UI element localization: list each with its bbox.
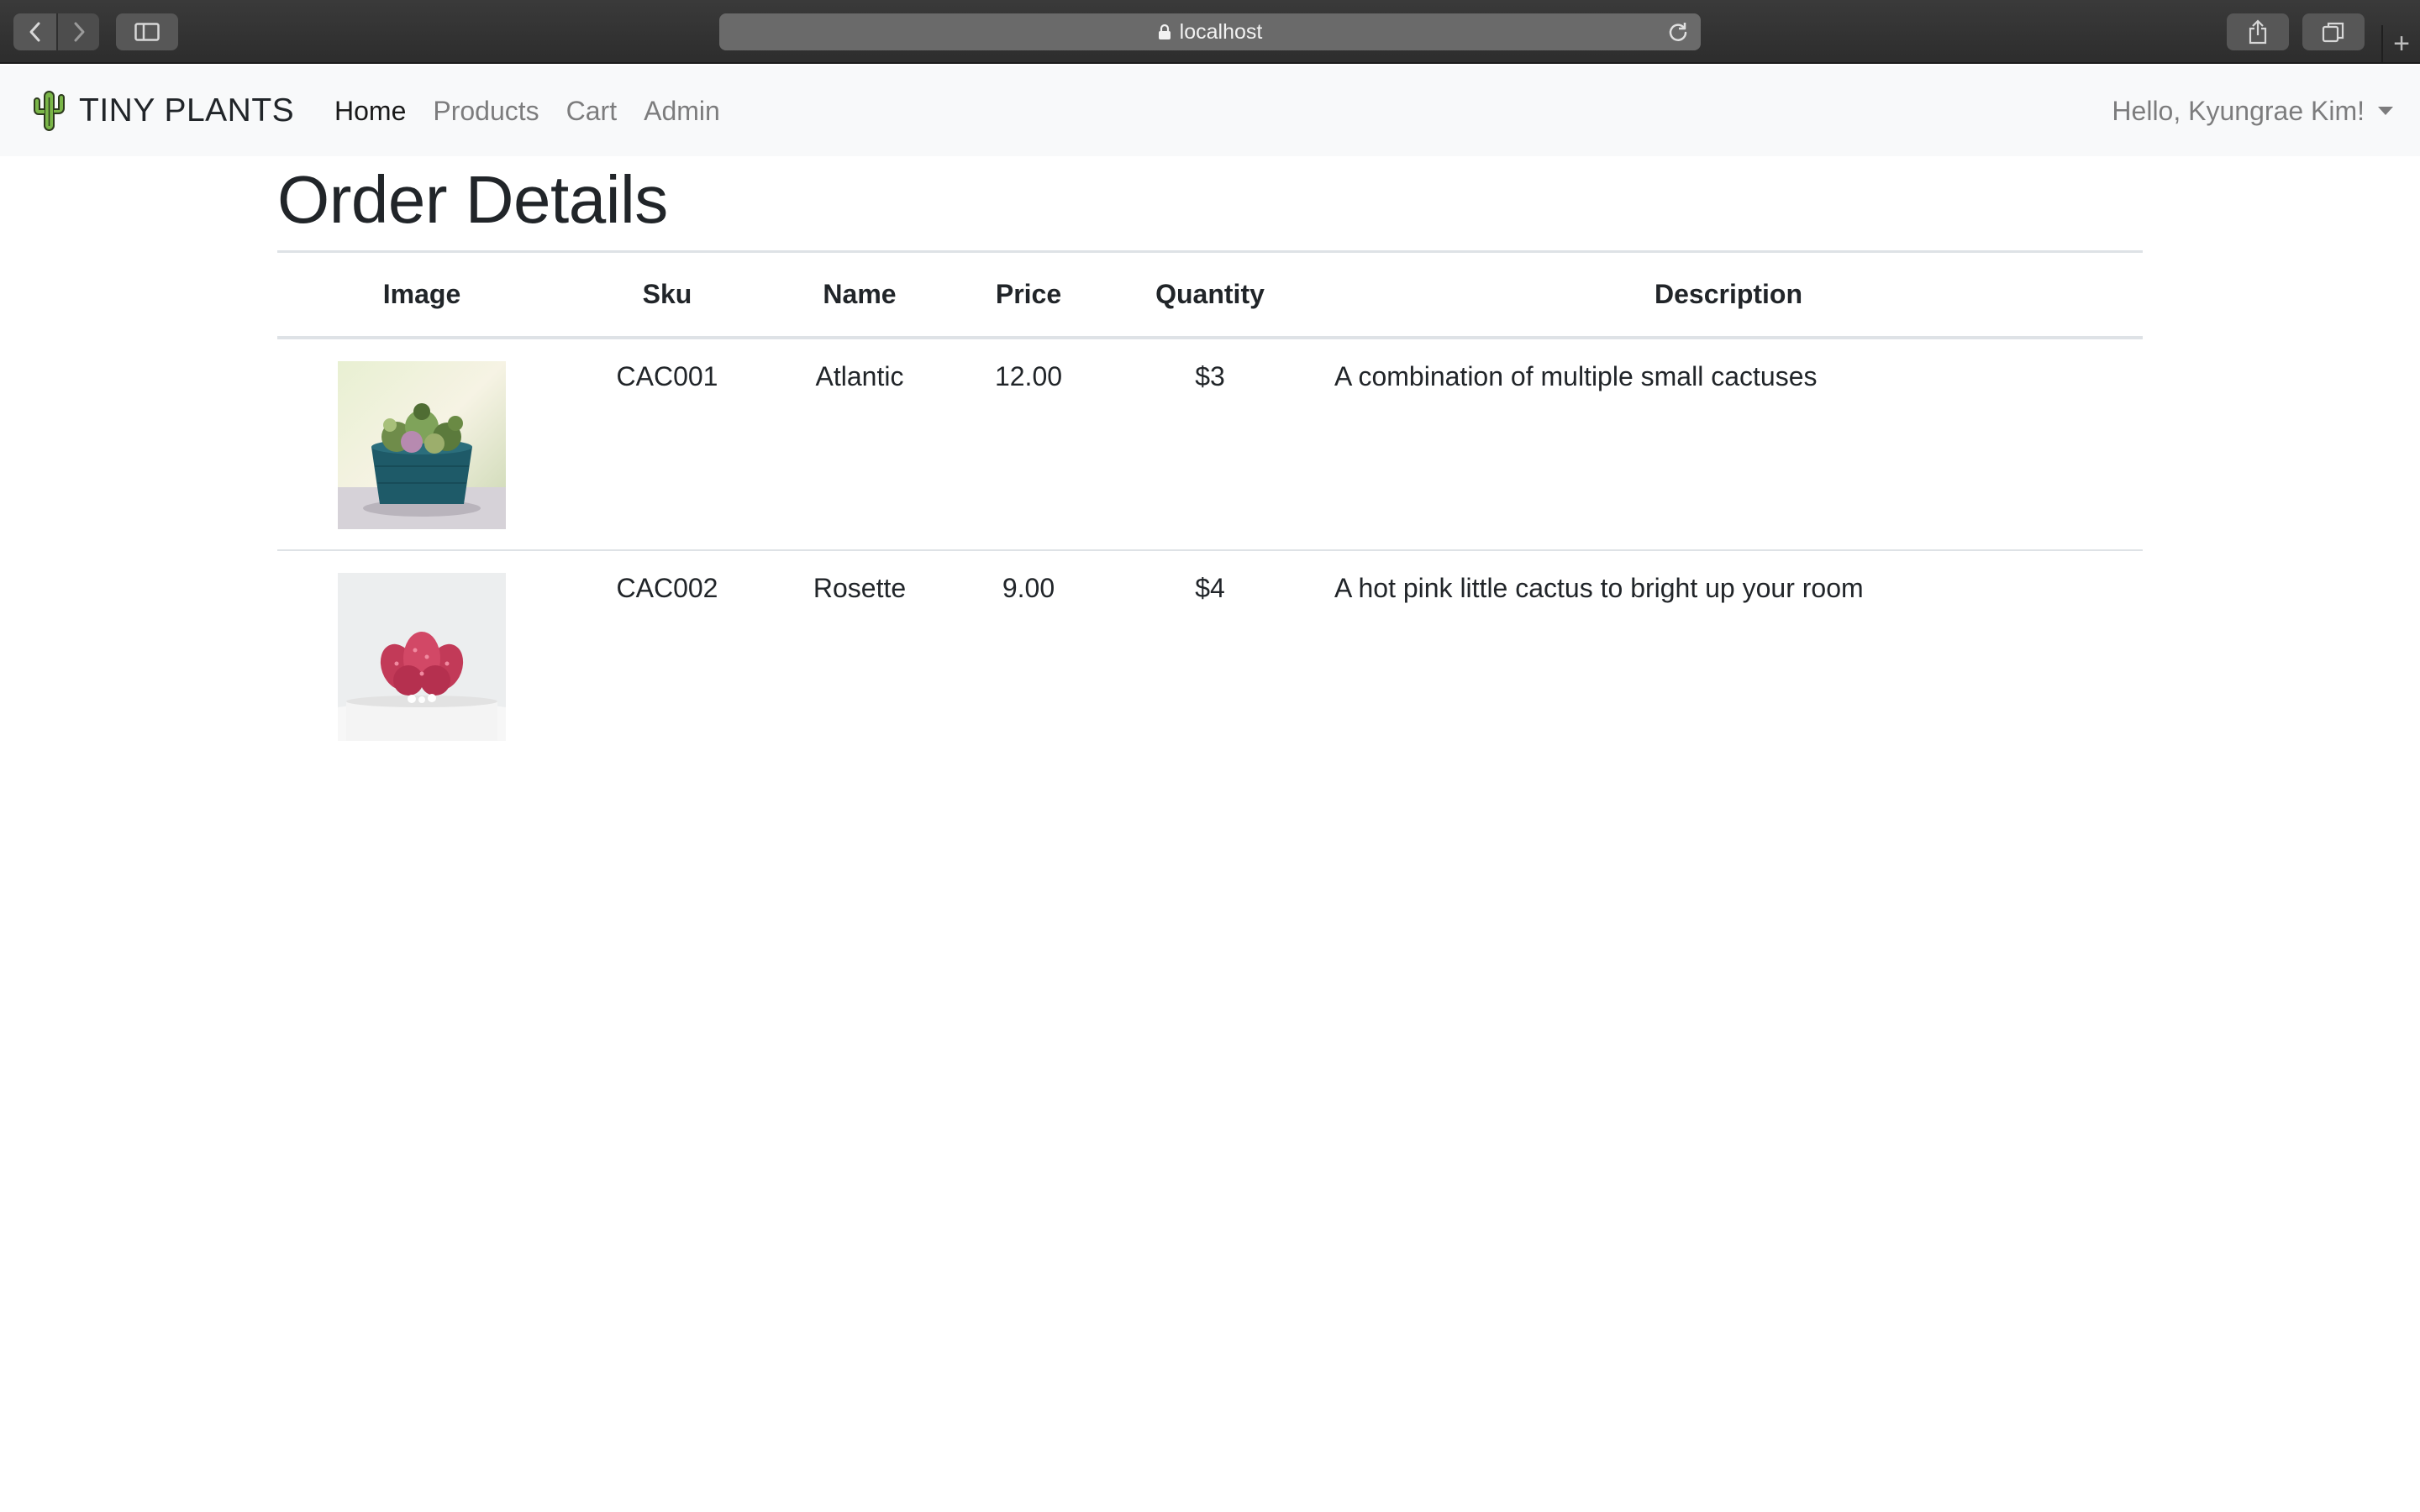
header-sku: Sku xyxy=(566,250,768,339)
nav-link-products[interactable]: Products xyxy=(433,91,539,131)
back-button[interactable] xyxy=(13,13,56,50)
header-image: Image xyxy=(277,250,566,339)
sidebar-icon xyxy=(134,23,160,41)
cell-price: 9.00 xyxy=(1002,572,1055,603)
browser-toolbar: localhost + xyxy=(0,0,2420,64)
header-description: Description xyxy=(1314,250,2143,339)
forward-button[interactable] xyxy=(56,13,99,50)
nav-link-home[interactable]: Home xyxy=(334,91,406,131)
user-greeting: Hello, Kyungrae Kim! xyxy=(2112,96,2365,126)
brand-link[interactable]: TINY PLANTS xyxy=(30,87,294,134)
table-row: CAC002 Rosette 9.00 $4 A hot pink little… xyxy=(277,550,2143,761)
nav-link-admin[interactable]: Admin xyxy=(644,91,720,131)
lock-icon xyxy=(1158,24,1171,40)
brand-name: TINY PLANTS xyxy=(79,92,295,129)
caret-down-icon xyxy=(2378,107,2393,115)
product-image-cell xyxy=(277,337,566,551)
nav-links: Home Products Cart Admin xyxy=(334,91,747,131)
chevron-left-icon xyxy=(29,22,39,42)
pink-cactus-image xyxy=(338,572,506,741)
tab-overview-button[interactable] xyxy=(2302,13,2365,50)
cell-price: 12.00 xyxy=(951,337,1106,551)
table-header-row: Image Sku Name Price Quantity Descriptio… xyxy=(277,250,2143,339)
nav-link-cart[interactable]: Cart xyxy=(566,91,617,131)
reload-icon[interactable] xyxy=(1667,21,1689,49)
cell-quantity: $4 xyxy=(1195,572,1225,603)
cell-name: Rosette xyxy=(813,572,907,603)
main-navbar: TINY PLANTS Home Products Cart Admin Hel… xyxy=(0,66,2420,156)
share-icon xyxy=(2249,19,2267,45)
succulent-arrangement-image xyxy=(338,360,506,529)
cactus-logo-icon xyxy=(34,91,65,131)
cell-description: A hot pink little cactus to bright up yo… xyxy=(1334,572,1864,603)
cell-quantity: $3 xyxy=(1106,337,1314,551)
share-button[interactable] xyxy=(2227,13,2289,50)
address-bar[interactable]: localhost xyxy=(719,13,1701,50)
order-details-table: Image Sku Name Price Quantity Descriptio… xyxy=(277,250,2143,761)
product-image-cell xyxy=(277,550,566,761)
sidebar-toggle-button[interactable] xyxy=(116,13,178,50)
new-tab-button[interactable]: + xyxy=(2381,25,2420,62)
cell-description: A combination of multiple small cactuses xyxy=(1314,337,2143,551)
page-title: Order Details xyxy=(277,162,668,237)
plus-icon: + xyxy=(2393,27,2410,60)
table-row: CAC001 Atlantic 12.00 $3 A combination o… xyxy=(277,337,2143,551)
header-price: Price xyxy=(951,250,1106,339)
tabs-icon xyxy=(2322,22,2344,43)
header-name: Name xyxy=(768,250,951,339)
history-nav xyxy=(13,13,99,50)
url-text: localhost xyxy=(1179,19,1263,44)
cell-sku: CAC002 xyxy=(616,572,718,603)
user-dropdown[interactable]: Hello, Kyungrae Kim! xyxy=(2112,91,2393,131)
chevron-right-icon xyxy=(74,22,84,42)
header-quantity: Quantity xyxy=(1106,250,1314,339)
cell-sku: CAC001 xyxy=(566,337,768,551)
cell-name: Atlantic xyxy=(768,337,951,551)
